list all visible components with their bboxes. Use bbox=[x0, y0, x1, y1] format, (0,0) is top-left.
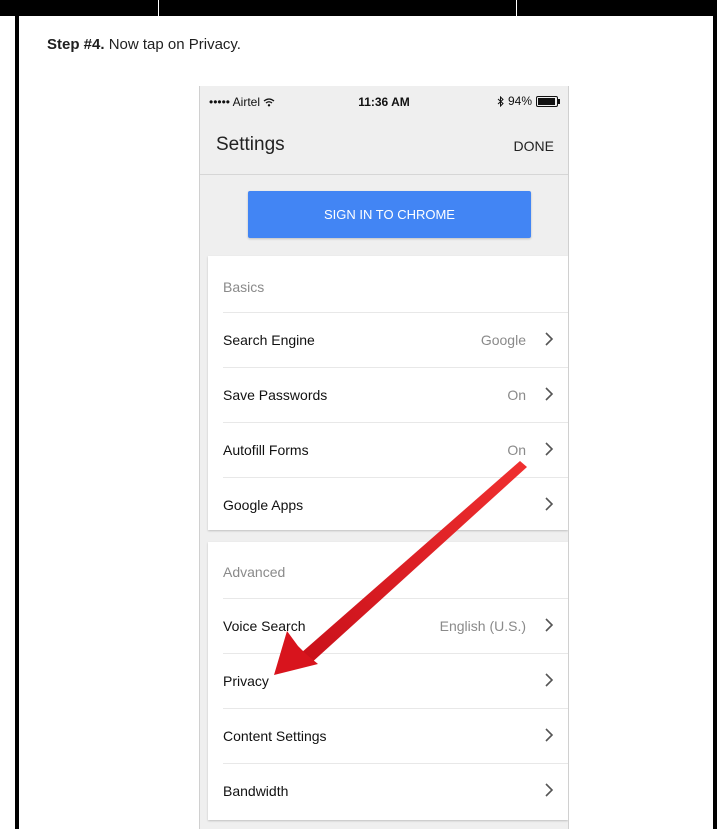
chevron-right-icon bbox=[545, 673, 554, 687]
battery-percent: 94% bbox=[507, 94, 532, 108]
top-bar-divider bbox=[516, 0, 517, 16]
chevron-right-icon bbox=[545, 728, 554, 742]
frame-right-border bbox=[713, 16, 717, 829]
bluetooth-icon bbox=[497, 95, 504, 107]
sign-in-button[interactable]: SIGN IN TO CHROME bbox=[248, 191, 531, 238]
chevron-right-icon bbox=[545, 387, 554, 401]
done-button[interactable]: DONE bbox=[514, 138, 554, 154]
setting-row-autofill-forms[interactable]: Autofill Forms On bbox=[223, 422, 568, 478]
setting-value: On bbox=[507, 442, 526, 458]
top-black-bar bbox=[0, 0, 717, 16]
setting-row-privacy[interactable]: Privacy bbox=[223, 653, 568, 709]
chevron-right-icon bbox=[545, 497, 554, 511]
status-bar: ••••• Airtel 11:36 AM 94% bbox=[200, 86, 568, 114]
setting-value: Google bbox=[480, 332, 526, 348]
frame-left-border bbox=[15, 16, 19, 829]
setting-row-search-engine[interactable]: Search Engine Google bbox=[223, 312, 568, 368]
battery-status: 94% bbox=[497, 94, 560, 108]
phone-screenshot: ••••• Airtel 11:36 AM 94% Settings DONE … bbox=[199, 86, 569, 829]
section-header-basics: Basics bbox=[223, 279, 265, 295]
instruction-text: Step #4. Now tap on Privacy. bbox=[47, 36, 241, 53]
setting-label: Search Engine bbox=[223, 332, 315, 348]
battery-icon bbox=[536, 95, 560, 107]
chevron-right-icon bbox=[545, 783, 554, 797]
setting-row-google-apps[interactable]: Google Apps bbox=[223, 477, 568, 533]
setting-value: English (U.S.) bbox=[439, 618, 526, 634]
chevron-right-icon bbox=[545, 618, 554, 632]
chevron-right-icon bbox=[545, 332, 554, 346]
setting-row-save-passwords[interactable]: Save Passwords On bbox=[223, 367, 568, 423]
chevron-right-icon bbox=[545, 442, 554, 456]
setting-label: Google Apps bbox=[223, 497, 304, 513]
setting-label: Bandwidth bbox=[223, 783, 289, 799]
setting-label: Privacy bbox=[223, 673, 269, 689]
step-description: Now tap on Privacy. bbox=[104, 36, 241, 53]
setting-label: Voice Search bbox=[223, 618, 306, 634]
top-bar-divider bbox=[158, 0, 159, 16]
settings-header: Settings DONE bbox=[200, 114, 568, 175]
page-title: Settings bbox=[216, 134, 285, 155]
setting-label: Content Settings bbox=[223, 728, 327, 744]
basics-section: Basics Search Engine Google Save Passwor… bbox=[208, 256, 568, 530]
setting-label: Autofill Forms bbox=[223, 442, 309, 458]
setting-row-content-settings[interactable]: Content Settings bbox=[223, 708, 568, 764]
setting-row-bandwidth[interactable]: Bandwidth bbox=[223, 763, 568, 819]
advanced-section: Advanced Voice Search English (U.S.) Pri… bbox=[208, 542, 568, 820]
setting-row-voice-search[interactable]: Voice Search English (U.S.) bbox=[223, 598, 568, 654]
section-header-advanced: Advanced bbox=[223, 564, 286, 580]
step-number: Step #4. bbox=[47, 36, 105, 53]
setting-value: On bbox=[507, 387, 526, 403]
setting-label: Save Passwords bbox=[223, 387, 328, 403]
